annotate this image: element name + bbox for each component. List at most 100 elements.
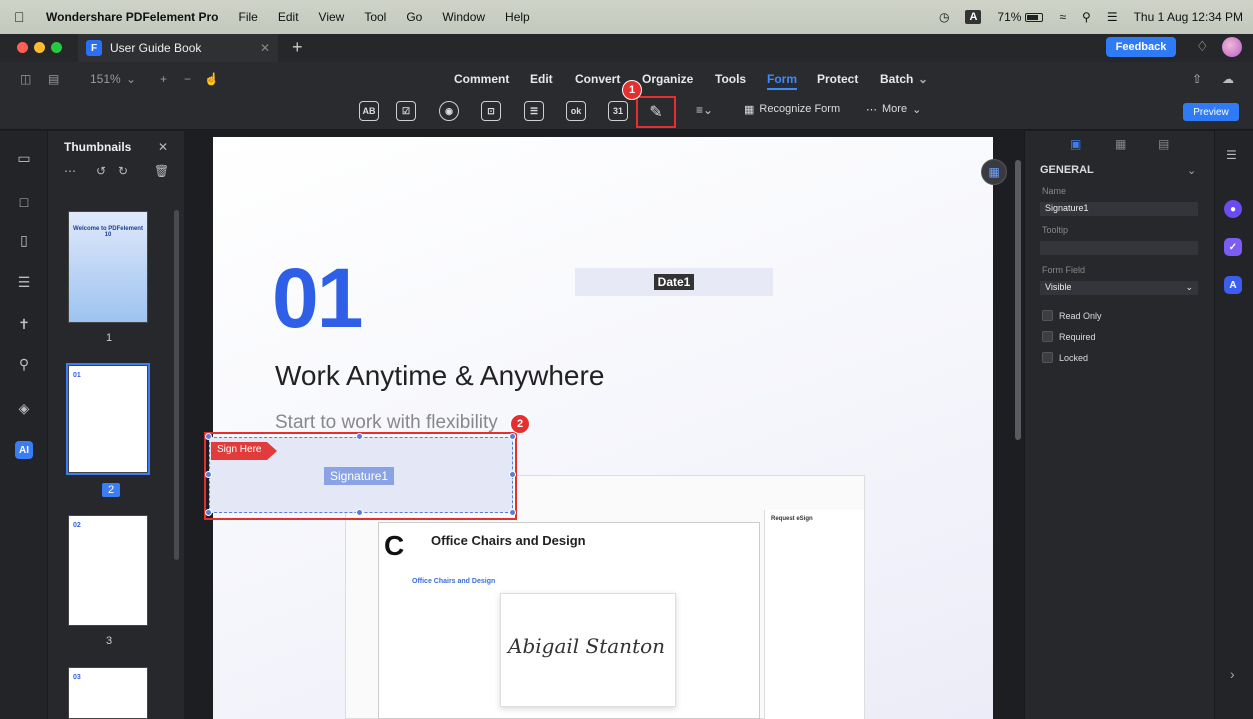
resize-handle[interactable] bbox=[509, 471, 516, 478]
avatar[interactable] bbox=[1222, 37, 1242, 57]
battery-status[interactable]: 71% bbox=[997, 10, 1044, 24]
required-checkbox[interactable]: Required bbox=[1042, 331, 1096, 342]
more-button[interactable]: ⋯ More ⌄ bbox=[866, 103, 921, 116]
app-name-menu[interactable]: Wondershare PDFelement Pro bbox=[46, 10, 219, 24]
section-chevron-icon[interactable]: ⌄ bbox=[1187, 164, 1196, 177]
menu-go[interactable]: Go bbox=[406, 10, 422, 24]
cloud-icon[interactable]: ☁ bbox=[1222, 72, 1234, 86]
pages-icon[interactable]: ▭ bbox=[14, 148, 34, 168]
spotlight-icon[interactable]: ⚲ bbox=[1082, 10, 1091, 24]
zoom-window-button[interactable] bbox=[51, 42, 62, 53]
settings-sliders-icon[interactable]: ☰ bbox=[1226, 148, 1237, 162]
tab-appearance[interactable]: ▦ bbox=[1115, 137, 1126, 151]
close-tab-icon[interactable]: ✕ bbox=[260, 41, 270, 55]
thumbnail-scrollbar[interactable] bbox=[174, 210, 179, 560]
zoom-out-icon[interactable]: − bbox=[184, 72, 191, 86]
menu-view[interactable]: View bbox=[319, 10, 345, 24]
menu-form[interactable]: Form bbox=[767, 72, 797, 90]
menu-edit[interactable]: Edit bbox=[278, 10, 299, 24]
menu-protect[interactable]: Protect bbox=[817, 72, 858, 86]
hand-tool-icon[interactable]: ☝ bbox=[204, 72, 219, 86]
close-panel-icon[interactable]: ✕ bbox=[158, 140, 168, 154]
menu-tool[interactable]: Tool bbox=[364, 10, 386, 24]
date-form-field[interactable]: Date1 bbox=[575, 268, 773, 296]
menu-file[interactable]: File bbox=[239, 10, 258, 24]
read-only-checkbox[interactable]: Read Only bbox=[1042, 310, 1102, 321]
menu-edit-tab[interactable]: Edit bbox=[530, 72, 553, 86]
document-scrollbar[interactable] bbox=[1015, 160, 1021, 440]
locked-checkbox[interactable]: Locked bbox=[1042, 352, 1088, 363]
batch-chevron-icon[interactable]: ⌄ bbox=[918, 72, 928, 86]
share-icon[interactable]: ⇧ bbox=[1192, 72, 1202, 86]
menu-window[interactable]: Window bbox=[442, 10, 485, 24]
thumbnail-page-4[interactable]: 03 bbox=[68, 667, 148, 719]
new-tab-icon[interactable]: + bbox=[292, 37, 303, 58]
radio-tool-icon[interactable]: ◉ bbox=[439, 101, 459, 121]
page-layout-icon[interactable]: ▤ bbox=[48, 72, 59, 86]
tab-actions[interactable]: ▤ bbox=[1158, 137, 1169, 151]
layers-icon[interactable]: ☰ bbox=[14, 272, 34, 292]
delete-page-icon[interactable]: 🗑 bbox=[154, 164, 169, 178]
resize-handle[interactable] bbox=[509, 433, 516, 440]
date-field-tool-icon[interactable]: 31 bbox=[608, 101, 628, 121]
resize-handle[interactable] bbox=[205, 433, 212, 440]
resize-handle[interactable] bbox=[205, 509, 212, 516]
name-field[interactable]: Signature1 bbox=[1040, 202, 1198, 216]
tab-properties[interactable]: ▣ bbox=[1070, 137, 1081, 151]
apple-icon[interactable]:  bbox=[14, 9, 34, 25]
signature-field-tool-icon[interactable]: ✎ bbox=[636, 96, 676, 128]
page-subheading: Start to work with flexibility bbox=[275, 412, 498, 433]
visibility-select[interactable]: Visible ⌄ bbox=[1040, 281, 1198, 295]
search-icon[interactable]: ⚲ bbox=[14, 354, 34, 374]
thumbnail-page-3[interactable]: 02 bbox=[68, 515, 148, 626]
menu-tools[interactable]: Tools bbox=[715, 72, 746, 86]
menu-help[interactable]: Help bbox=[505, 10, 530, 24]
list-box-tool-icon[interactable]: ☰ bbox=[524, 101, 544, 121]
proofread-icon[interactable]: ✓ bbox=[1224, 238, 1242, 256]
expand-panel-icon[interactable]: › bbox=[1230, 666, 1235, 682]
thumbnail-more-icon[interactable]: ⋯ bbox=[64, 164, 76, 178]
zoom-level[interactable]: 151% bbox=[90, 72, 121, 86]
ai-icon[interactable]: AI bbox=[15, 441, 33, 459]
chat-ai-icon[interactable]: ● bbox=[1224, 200, 1242, 218]
recognize-form-button[interactable]: ▦ Recognize Form bbox=[744, 103, 840, 116]
menu-convert[interactable]: Convert bbox=[575, 72, 620, 86]
resize-handle[interactable] bbox=[205, 471, 212, 478]
resize-handle[interactable] bbox=[356, 509, 363, 516]
document-tab[interactable]: F User Guide Book ✕ bbox=[78, 34, 278, 62]
align-tool-icon[interactable]: ≡⌄ bbox=[696, 103, 713, 117]
comments-icon[interactable]: □ bbox=[14, 192, 34, 212]
menubar-datetime[interactable]: Thu 1 Aug 12:34 PM bbox=[1134, 10, 1243, 24]
zoom-in-icon[interactable]: + bbox=[160, 72, 167, 86]
preview-button[interactable]: Preview bbox=[1183, 103, 1239, 121]
bookmark-icon[interactable]: ▯ bbox=[14, 230, 34, 250]
combo-box-tool-icon[interactable]: ⊡ bbox=[481, 101, 501, 121]
minimize-window-button[interactable] bbox=[34, 42, 45, 53]
clock-icon[interactable]: ◷ bbox=[939, 10, 949, 24]
thumbnail-page-2[interactable]: 01 bbox=[66, 363, 150, 475]
checkbox-tool-icon[interactable]: ☑ bbox=[396, 101, 416, 121]
bell-icon[interactable]: ♢ bbox=[1196, 38, 1209, 55]
translate-icon[interactable]: A bbox=[1224, 276, 1242, 294]
close-window-button[interactable] bbox=[17, 42, 28, 53]
resize-handle[interactable] bbox=[356, 433, 363, 440]
form-field-list-icon[interactable]: ▦ bbox=[981, 159, 1007, 185]
menu-organize[interactable]: Organize bbox=[642, 72, 693, 86]
attachment-icon[interactable]: ✝ bbox=[14, 314, 34, 334]
thumbnail-page-1[interactable]: Welcome to PDFelement 10 bbox=[68, 211, 148, 323]
text-field-tool-icon[interactable]: AB bbox=[359, 101, 379, 121]
wifi-icon[interactable]: ≈ bbox=[1059, 10, 1066, 24]
rotate-left-icon[interactable]: ↺ bbox=[96, 164, 106, 178]
button-tool-icon[interactable]: ok bbox=[566, 101, 586, 121]
panel-toggle-icon[interactable]: ◫ bbox=[20, 72, 31, 86]
control-center-icon[interactable]: ☰ bbox=[1107, 10, 1118, 24]
rotate-right-icon[interactable]: ↻ bbox=[118, 164, 128, 178]
resize-handle[interactable] bbox=[509, 509, 516, 516]
feedback-button[interactable]: Feedback bbox=[1106, 37, 1176, 57]
signatures-icon[interactable]: ◈ bbox=[14, 398, 34, 418]
zoom-dropdown-icon[interactable]: ⌄ bbox=[126, 72, 136, 86]
input-source-badge[interactable]: A bbox=[965, 10, 982, 24]
menu-comment[interactable]: Comment bbox=[454, 72, 509, 86]
tooltip-field[interactable] bbox=[1040, 241, 1198, 255]
menu-batch[interactable]: Batch bbox=[880, 72, 913, 86]
